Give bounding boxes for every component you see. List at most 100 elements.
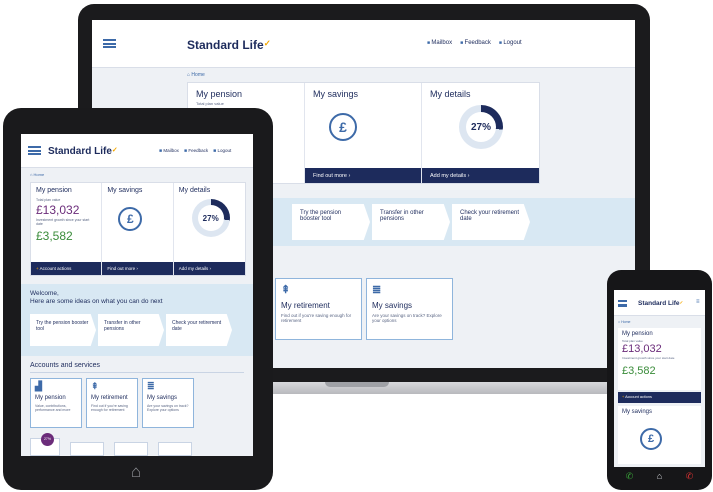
- my-pension-tile[interactable]: ▟ My pension Value, contributions, perfo…: [30, 378, 82, 428]
- pound-coin-icon: £: [640, 428, 662, 450]
- mailbox-link[interactable]: Mailbox: [427, 40, 452, 46]
- tile-title: My retirement: [91, 395, 128, 401]
- card-title: My pension: [36, 187, 72, 194]
- laptop-notch: [325, 382, 389, 387]
- card-title: My pension: [196, 89, 243, 99]
- home-icon[interactable]: ⌂: [657, 471, 662, 481]
- pound-coin-icon: £: [118, 207, 143, 231]
- tile-subtitle: Are your savings on track? Explore your …: [372, 313, 442, 323]
- add-my-details-link[interactable]: Add my details ›: [422, 168, 539, 183]
- details-progress-ring: 27%: [459, 105, 503, 149]
- tablet-screen: Standard Life✓ Mailbox Feedback Logout ⌂…: [21, 134, 253, 456]
- card-title: My savings: [313, 89, 359, 99]
- total-label: Total plan value: [196, 101, 224, 106]
- breadcrumb[interactable]: ⌂ Home: [618, 320, 630, 324]
- summary-cards: My pension Total plan value £13,032 Inve…: [30, 182, 246, 276]
- menu-icon[interactable]: [618, 300, 627, 307]
- laptop-header: Standard Life✓ Mailbox Feedback Logout: [92, 20, 635, 68]
- my-savings-tile[interactable]: ≣ My savings Are your savings on track? …: [366, 278, 453, 340]
- tile-title: My savings: [147, 395, 178, 401]
- details-progress-ring: 27%: [191, 199, 230, 237]
- progress-percent: 27%: [466, 112, 496, 142]
- feedback-link[interactable]: Feedback: [184, 148, 208, 154]
- my-retirement-tile[interactable]: ⇞ My retirement Find out if you're savin…: [275, 278, 362, 340]
- feedback-link[interactable]: Feedback: [460, 40, 491, 46]
- savings-card[interactable]: My savings £: [618, 406, 701, 464]
- mail-tile[interactable]: [70, 442, 104, 456]
- pension-card[interactable]: My pension Total plan value £13,032 Inve…: [618, 328, 701, 390]
- logout-link[interactable]: Logout: [499, 40, 521, 46]
- card-title: My pension: [622, 331, 653, 337]
- my-savings-tile[interactable]: ≣ My savings Are your savings on track? …: [142, 378, 194, 428]
- accounts-heading: Accounts and services: [30, 362, 101, 369]
- progress-percent: 27%: [197, 205, 224, 231]
- account-actions-link[interactable]: + Account actions: [618, 392, 701, 403]
- tile-title: My retirement: [281, 301, 330, 310]
- logo[interactable]: Standard Life✓: [48, 146, 118, 157]
- tile-title: My pension: [35, 395, 66, 401]
- logo[interactable]: Standard Life✓: [187, 38, 271, 52]
- phone-nav-bar: ✆ ⌂ ✆: [614, 467, 705, 485]
- message-tile[interactable]: [114, 442, 148, 456]
- find-out-more-link[interactable]: Find out more ›: [102, 262, 173, 275]
- mailbox-link[interactable]: Mailbox: [159, 148, 179, 154]
- phone-header: Standard Life✓ ≡: [614, 290, 705, 316]
- idea-pension-booster[interactable]: Try the pension booster tool: [292, 204, 370, 240]
- phone-screen: Standard Life✓ ≡ ⌂ Home My pension Total…: [614, 290, 705, 467]
- ideas-band: n Try the pension booster tool Transfer …: [252, 198, 635, 246]
- pension-card[interactable]: My pension Total plan value £13,032 Inve…: [31, 183, 103, 275]
- tile-subtitle: Find out if you're saving enough for ret…: [281, 313, 352, 323]
- logout-link[interactable]: Logout: [213, 148, 232, 154]
- menu-icon[interactable]: [28, 146, 41, 155]
- details-card[interactable]: My details 27% Add my details ›: [173, 183, 246, 275]
- total-value: £13,032: [622, 343, 662, 355]
- ideas-heading: Here are some ideas on what you can do n…: [30, 298, 163, 305]
- idea-transfer-pensions[interactable]: Transfer in other pensions: [372, 204, 450, 240]
- details-card[interactable]: My details 27% Add my details ›: [422, 83, 539, 183]
- chart-icon: ▟: [35, 381, 42, 391]
- coins-icon: ≣: [372, 284, 382, 296]
- card-title: My savings: [622, 409, 653, 415]
- tools-tile[interactable]: [158, 442, 192, 456]
- card-title: My details: [430, 89, 471, 99]
- header-nav: Mailbox Feedback Logout: [427, 40, 521, 46]
- savings-card[interactable]: My savings £ Find out more ›: [305, 83, 422, 183]
- my-retirement-tile[interactable]: ⇞ My retirement Find out if you're savin…: [86, 378, 138, 428]
- breadcrumb[interactable]: ⌂ Home: [30, 172, 44, 177]
- home-button-icon[interactable]: ⌂: [124, 462, 148, 482]
- end-call-icon[interactable]: ✆: [686, 471, 694, 482]
- tile-subtitle: Value, contributions, performance and mo…: [35, 404, 71, 412]
- tile-subtitle: Are your savings on track? Explore your …: [147, 404, 189, 412]
- idea-transfer-pensions[interactable]: Transfer in other pensions: [98, 314, 164, 346]
- growth-value: £3,582: [622, 365, 656, 377]
- growth-label: Investment growth since your start date: [622, 356, 675, 360]
- account-actions-link[interactable]: + Account actions: [31, 262, 102, 275]
- total-value: £13,032: [36, 203, 80, 217]
- logo[interactable]: Standard Life✓: [638, 300, 683, 307]
- progress-badge: 27%: [41, 433, 54, 446]
- idea-pension-booster[interactable]: Try the pension booster tool: [30, 314, 96, 346]
- savings-card[interactable]: My savings £ Find out more ›: [102, 183, 174, 275]
- menu-icon[interactable]: [103, 39, 116, 48]
- signpost-icon: ⇞: [281, 284, 291, 296]
- find-out-more-link[interactable]: Find out more ›: [305, 168, 421, 183]
- idea-check-retirement[interactable]: Check your retirement date: [166, 314, 232, 346]
- signpost-icon: ⇞: [91, 381, 99, 391]
- tile-title: My savings: [372, 301, 413, 310]
- profile-tile[interactable]: 27%: [30, 433, 60, 456]
- growth-label: Investment growth since your start date: [36, 218, 90, 226]
- divider: [30, 372, 244, 373]
- call-icon[interactable]: ✆: [626, 471, 634, 482]
- add-my-details-link[interactable]: Add my details ›: [173, 262, 246, 275]
- breadcrumb[interactable]: ⌂ Home: [187, 72, 205, 78]
- pound-coin-icon: £: [329, 113, 357, 141]
- growth-value: £3,582: [36, 229, 73, 243]
- more-icon[interactable]: ≡: [696, 299, 700, 305]
- header-nav: Mailbox Feedback Logout: [159, 148, 231, 154]
- tile-subtitle: Find out if you're saving enough for ret…: [91, 404, 128, 412]
- card-title: My details: [178, 187, 211, 194]
- tablet-header: Standard Life✓ Mailbox Feedback Logout: [21, 134, 253, 168]
- idea-check-retirement[interactable]: Check your retirement date: [452, 204, 530, 240]
- ideas-band: Welcome, Here are some ideas on what you…: [21, 284, 253, 356]
- total-label: Total plan value: [36, 198, 61, 202]
